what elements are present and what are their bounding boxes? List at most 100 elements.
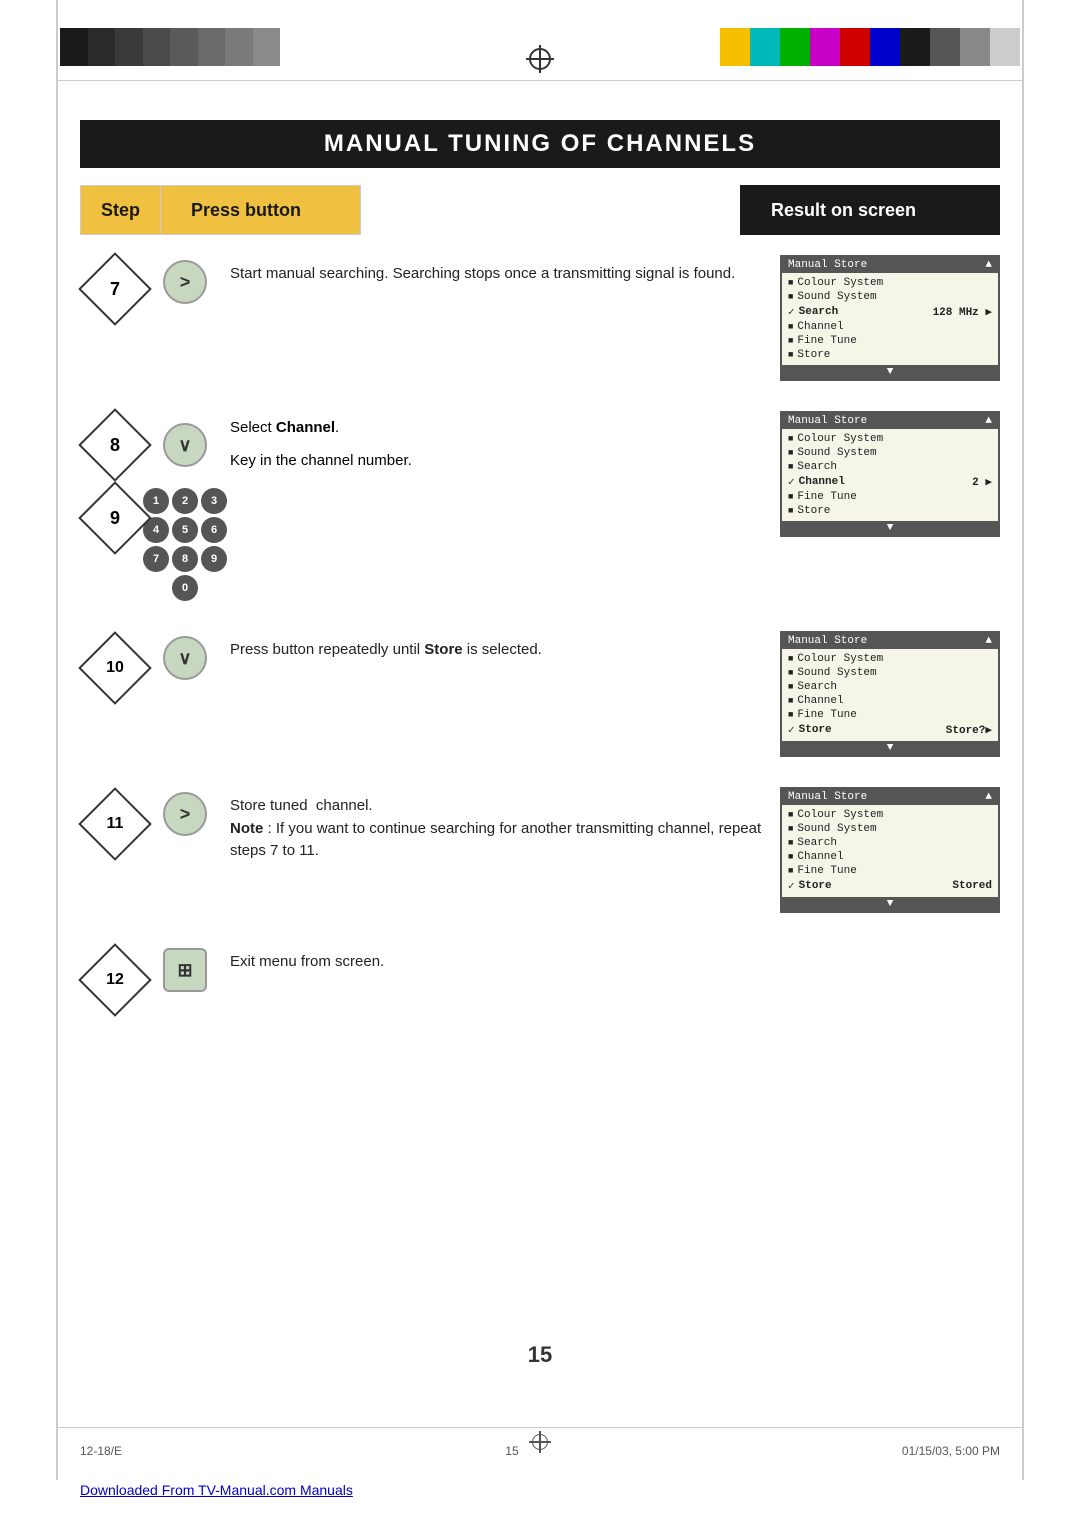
screen-title-arrow-89: ▲ bbox=[985, 415, 992, 427]
screen-body-7: ■Colour System ■Sound System ✓Search128 … bbox=[782, 273, 998, 365]
screen-row: ■Store bbox=[788, 348, 992, 362]
btn-circle-8: ∨ bbox=[163, 423, 207, 467]
screen-title-arrow-7: ▲ bbox=[985, 259, 992, 271]
header-step: Step bbox=[80, 185, 161, 235]
screen-body-11: ■Colour System ■Sound System ■Search ■Ch… bbox=[782, 805, 998, 897]
step-number-10: 10 bbox=[80, 631, 150, 700]
screen-footer-7: ▼ bbox=[782, 365, 998, 379]
step-row-11: 11 > Store tuned channel. Note : If you … bbox=[80, 787, 1000, 913]
screen-row: ■Sound System bbox=[788, 822, 992, 836]
screen-row: ■Store bbox=[788, 504, 992, 518]
step-number-9: 9 bbox=[80, 484, 150, 547]
screen-title-arrow-10: ▲ bbox=[985, 635, 992, 647]
screen-row: ■Sound System bbox=[788, 666, 992, 680]
btn-icon-9: 1 2 3 4 5 6 7 8 9 0 bbox=[150, 484, 220, 601]
numpad-key-6: 6 bbox=[201, 517, 227, 543]
bottom-crosshair bbox=[529, 1431, 551, 1453]
screen-row: ✓StoreStore?▶ bbox=[788, 722, 992, 738]
screen-row: ■Colour System bbox=[788, 652, 992, 666]
step-number-12: 12 bbox=[80, 943, 150, 1012]
screen-header-89: Manual Store ▲ bbox=[782, 413, 998, 429]
screen-box-89: Manual Store ▲ ■Colour System ■Sound Sys… bbox=[780, 411, 1000, 537]
screen-row: ✓StoreStored bbox=[788, 878, 992, 894]
diamond-text-11: 11 bbox=[107, 815, 124, 833]
screen-row: ■Search bbox=[788, 836, 992, 850]
bottom-bar bbox=[56, 1427, 1024, 1428]
step-number-11: 11 bbox=[80, 787, 150, 856]
screen-row: ✓Search128 MHz ▶ bbox=[788, 304, 992, 320]
btn-icon-11: > bbox=[150, 787, 220, 836]
step-desc-11: Store tuned channel. Note : If you want … bbox=[220, 787, 780, 863]
desc-9: Key in the channel number. bbox=[230, 452, 765, 469]
btn-icon-10: ∨ bbox=[150, 631, 220, 680]
screen-row: ■Channel bbox=[788, 850, 992, 864]
sub-step-8: 8 ∨ bbox=[80, 411, 220, 474]
diamond-7: 7 bbox=[86, 260, 144, 318]
screen-header-7: Manual Store ▲ bbox=[782, 257, 998, 273]
btn-circle-7: > bbox=[163, 260, 207, 304]
screen-row: ✓Channel2 ▶ bbox=[788, 474, 992, 490]
numpad-key-0: 0 bbox=[172, 575, 198, 601]
screen-row: ■Sound System bbox=[788, 446, 992, 460]
screen-footer-10: ▼ bbox=[782, 741, 998, 755]
btn-circle-10: ∨ bbox=[163, 636, 207, 680]
screen-header-11: Manual Store ▲ bbox=[782, 789, 998, 805]
sub-step-9: 9 1 2 3 4 5 6 7 8 9 0 bbox=[80, 484, 220, 601]
btn-icon-8: ∨ bbox=[150, 418, 220, 467]
bottom-left: 12-18/E bbox=[80, 1444, 122, 1458]
screen-row: ■Fine Tune bbox=[788, 490, 992, 504]
step-number-7: 7 bbox=[80, 255, 150, 318]
numpad-key-9: 9 bbox=[201, 546, 227, 572]
bottom-center: 15 bbox=[505, 1444, 518, 1458]
top-bar-right bbox=[720, 28, 1020, 66]
btn-icon-7: > bbox=[150, 255, 220, 304]
step-desc-10: Press button repeatedly until Store is s… bbox=[220, 631, 780, 662]
diamond-12: 12 bbox=[83, 948, 147, 1012]
header-result: Result on screen bbox=[740, 185, 1000, 235]
hline-top bbox=[56, 80, 1024, 81]
numpad-key-8: 8 bbox=[172, 546, 198, 572]
screen-header-10: Manual Store ▲ bbox=[782, 633, 998, 649]
desc-8: Select Channel. bbox=[230, 419, 765, 436]
numpad-9: 1 2 3 4 5 6 7 8 9 0 bbox=[143, 488, 227, 601]
top-bar-left bbox=[60, 28, 280, 66]
diamond-9: 9 bbox=[86, 489, 144, 547]
step-desc-12: Exit menu from screen. bbox=[220, 943, 1000, 974]
screen-row: ■Fine Tune bbox=[788, 334, 992, 348]
screen-row: ■Search bbox=[788, 460, 992, 474]
screen-title-arrow-11: ▲ bbox=[985, 791, 992, 803]
screen-box-10: Manual Store ▲ ■Colour System ■Sound Sys… bbox=[780, 631, 1000, 757]
screen-row: ■Fine Tune bbox=[788, 864, 992, 878]
screen-footer-89: ▼ bbox=[782, 521, 998, 535]
screen-footer-11: ▼ bbox=[782, 897, 998, 911]
header-spacer bbox=[361, 185, 740, 235]
numpad-key-5: 5 bbox=[172, 517, 198, 543]
btn-circle-11: > bbox=[163, 792, 207, 836]
screen-row: ■Fine Tune bbox=[788, 708, 992, 722]
diamond-10: 10 bbox=[83, 636, 147, 700]
numpad-key-2: 2 bbox=[172, 488, 198, 514]
page-title-wrapper: Manual Tuning of Channels bbox=[80, 120, 1000, 168]
screen-row: ■Channel bbox=[788, 320, 992, 334]
screen-row: ■Colour System bbox=[788, 808, 992, 822]
screen-row: ■Channel bbox=[788, 694, 992, 708]
diamond-text-12: 12 bbox=[106, 971, 124, 989]
step-row-89: 8 ∨ 9 1 2 bbox=[80, 411, 1000, 601]
screen-row: ■Colour System bbox=[788, 276, 992, 290]
numpad-key-7: 7 bbox=[143, 546, 169, 572]
diamond-text-8: 8 bbox=[110, 435, 120, 456]
btn-square-12: ⊞ bbox=[163, 948, 207, 992]
btn-icon-12: ⊞ bbox=[150, 943, 220, 992]
steps-area: 7 > Start manual searching. Searching st… bbox=[80, 255, 1000, 1043]
diamond-8: 8 bbox=[86, 416, 144, 474]
step-desc-89: Select Channel. Key in the channel numbe… bbox=[220, 411, 780, 469]
download-link[interactable]: Downloaded From TV-Manual.com Manuals bbox=[80, 1482, 353, 1498]
screen-body-89: ■Colour System ■Sound System ■Search ✓Ch… bbox=[782, 429, 998, 521]
step-desc-7: Start manual searching. Searching stops … bbox=[220, 255, 780, 286]
page-title: Manual Tuning of Channels bbox=[80, 120, 1000, 168]
header-row: Step Press button Result on screen bbox=[80, 185, 1000, 235]
screen-row: ■Sound System bbox=[788, 290, 992, 304]
step-row-7: 7 > Start manual searching. Searching st… bbox=[80, 255, 1000, 381]
diamond-11: 11 bbox=[83, 792, 147, 856]
step-row-10: 10 ∨ Press button repeatedly until Store… bbox=[80, 631, 1000, 757]
